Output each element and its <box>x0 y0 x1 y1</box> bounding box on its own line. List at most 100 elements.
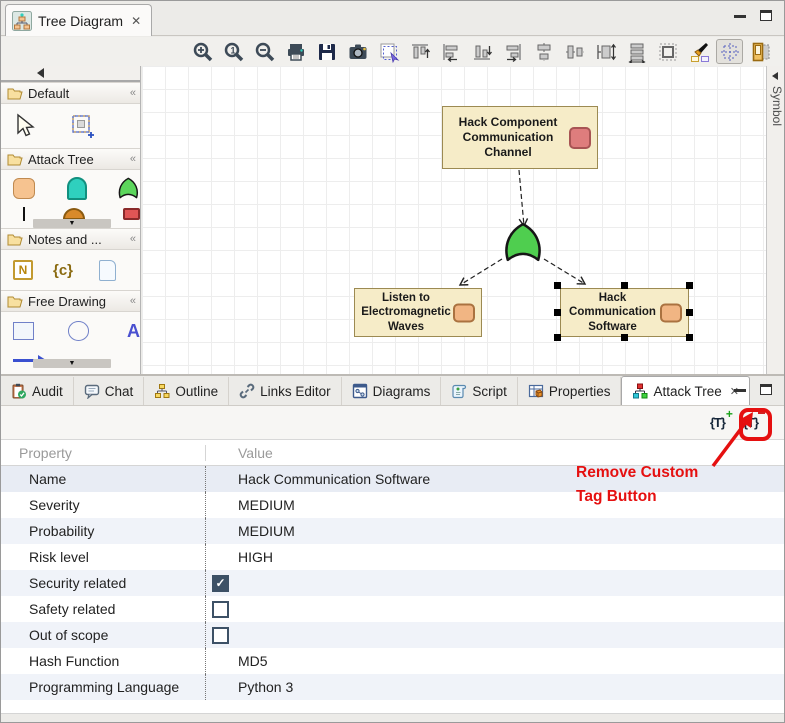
palette-section-attack-tree[interactable]: Attack Tree « <box>1 148 140 170</box>
palette-scroll-down[interactable]: ▼ <box>33 359 111 368</box>
tab-script[interactable]: Script <box>441 377 518 405</box>
folder-icon <box>7 153 23 166</box>
maximize-icon[interactable] <box>760 10 772 21</box>
marquee-zoom-icon[interactable] <box>375 39 402 64</box>
property-value[interactable]: HIGH <box>206 549 785 565</box>
property-row[interactable]: Out of scope <box>1 622 785 648</box>
tab-tree-diagram[interactable]: Tree Diagram ✕ <box>5 4 152 36</box>
editor-body: Default « Attack Tree « ▼ <box>1 66 785 374</box>
tab-diagrams[interactable]: Diagrams <box>342 377 442 405</box>
collapse-chevrons-icon[interactable]: « <box>130 153 134 165</box>
selection-handle[interactable] <box>686 282 693 289</box>
align-right-icon[interactable] <box>499 39 526 64</box>
checkbox-unchecked[interactable] <box>212 601 229 618</box>
crop-view-icon[interactable] <box>654 39 681 64</box>
node-hack-communication-software[interactable]: Hack Communication Software <box>560 288 689 337</box>
tab-audit[interactable]: Audit <box>1 377 74 405</box>
align-bottom-icon[interactable] <box>468 39 495 64</box>
property-name: Programming Language <box>1 674 206 700</box>
edge-line-icon[interactable] <box>23 207 25 221</box>
selection-handle[interactable] <box>621 282 628 289</box>
selection-handle[interactable] <box>686 309 693 316</box>
match-size-icon[interactable] <box>592 39 619 64</box>
zoom-out-icon[interactable] <box>251 39 278 64</box>
collapse-chevrons-icon[interactable]: « <box>130 233 134 245</box>
zoom-original-icon[interactable]: 1 <box>220 39 247 64</box>
align-left-icon[interactable] <box>437 39 464 64</box>
property-row[interactable]: ProbabilityMEDIUM <box>1 518 785 544</box>
inhibit-gate-icon[interactable] <box>123 208 140 220</box>
node-listen-to-electromagnetic-waves[interactable]: Listen to Electromagnetic Waves <box>354 288 482 337</box>
property-value[interactable]: MD5 <box>206 653 785 669</box>
screenshot-icon[interactable] <box>344 39 371 64</box>
property-name: Probability <box>1 518 206 544</box>
collapse-chevrons-icon[interactable]: « <box>130 87 134 99</box>
save-icon[interactable] <box>313 39 340 64</box>
properties-icon <box>528 383 544 399</box>
or-gate-shape[interactable] <box>502 221 544 263</box>
center-vertically-icon[interactable] <box>561 39 588 64</box>
property-value[interactable]: ✓ <box>206 575 785 592</box>
selection-handle[interactable] <box>621 334 628 341</box>
checkbox-unchecked[interactable] <box>212 627 229 644</box>
property-value[interactable]: MEDIUM <box>206 523 785 539</box>
selection-handle[interactable] <box>554 282 561 289</box>
align-top-icon[interactable] <box>406 39 433 64</box>
palette-section-free-drawing[interactable]: Free Drawing « <box>1 290 140 312</box>
tab-attack-tree[interactable]: Attack Tree ✕ <box>621 376 750 405</box>
text-icon[interactable]: A <box>127 322 140 340</box>
audit-icon <box>11 383 27 399</box>
close-icon[interactable]: ✕ <box>131 14 141 28</box>
diagram-canvas[interactable]: Hack Component Communication Channel Lis… <box>142 66 766 374</box>
property-row[interactable]: Security related✓ <box>1 570 785 596</box>
property-row[interactable]: Programming LanguagePython 3 <box>1 674 785 700</box>
rectangle-icon[interactable] <box>13 322 34 340</box>
minimize-icon[interactable] <box>734 387 746 392</box>
selection-handle[interactable] <box>554 309 561 316</box>
zoom-in-icon[interactable] <box>189 39 216 64</box>
note-icon[interactable]: N <box>13 260 33 280</box>
tab-properties[interactable]: Properties <box>518 377 622 405</box>
constraint-icon[interactable]: {c} <box>53 262 73 279</box>
tab-outline[interactable]: Outline <box>144 377 229 405</box>
ellipse-icon[interactable] <box>68 321 89 341</box>
node-shape-icon[interactable] <box>13 178 35 199</box>
checkbox-checked[interactable]: ✓ <box>212 575 229 592</box>
property-value[interactable]: Python 3 <box>206 679 785 695</box>
property-row[interactable]: Hash FunctionMD5 <box>1 648 785 674</box>
tab-chat[interactable]: Chat <box>74 377 145 405</box>
and-gate-icon[interactable] <box>67 177 88 200</box>
palette-collapse-strip[interactable] <box>1 66 140 82</box>
symbol-panel-collapsed[interactable]: Symbol <box>766 66 785 374</box>
add-custom-tag-button[interactable]: {T} <box>706 412 729 433</box>
palette-section-notes[interactable]: Notes and ... « <box>1 228 140 250</box>
center-horizontally-icon[interactable] <box>530 39 557 64</box>
column-header-value[interactable]: Value <box>206 445 785 461</box>
selection-handle[interactable] <box>686 334 693 341</box>
palette-scroll-down[interactable]: ▼ <box>33 219 111 228</box>
property-row[interactable]: SeverityMEDIUM <box>1 492 785 518</box>
minimize-icon[interactable] <box>734 13 746 18</box>
palette-section-default[interactable]: Default « <box>1 82 140 104</box>
property-row[interactable]: Risk levelHIGH <box>1 544 785 570</box>
property-row[interactable]: Safety related <box>1 596 785 622</box>
print-icon[interactable] <box>282 39 309 64</box>
document-icon[interactable] <box>99 260 116 281</box>
marquee-add-icon[interactable] <box>69 113 95 139</box>
remove-custom-tag-button[interactable]: {T} <box>739 412 762 433</box>
maximize-icon[interactable] <box>760 384 772 395</box>
collapse-chevrons-icon[interactable]: « <box>130 295 134 307</box>
toggle-grid-icon[interactable] <box>716 39 743 64</box>
select-cursor-icon[interactable] <box>13 113 35 139</box>
property-value[interactable] <box>206 627 785 644</box>
format-painter-icon[interactable] <box>685 39 712 64</box>
column-header-property[interactable]: Property <box>1 445 206 461</box>
distribute-icon[interactable] <box>623 39 650 64</box>
selection-handle[interactable] <box>554 334 561 341</box>
property-value[interactable] <box>206 601 785 618</box>
tab-links-editor[interactable]: Links Editor <box>229 377 342 405</box>
symbol-properties-icon[interactable] <box>747 39 774 64</box>
or-gate-icon[interactable] <box>117 175 140 201</box>
property-value[interactable]: MEDIUM <box>206 497 785 513</box>
node-hack-component-communication-channel[interactable]: Hack Component Communication Channel <box>442 106 598 169</box>
